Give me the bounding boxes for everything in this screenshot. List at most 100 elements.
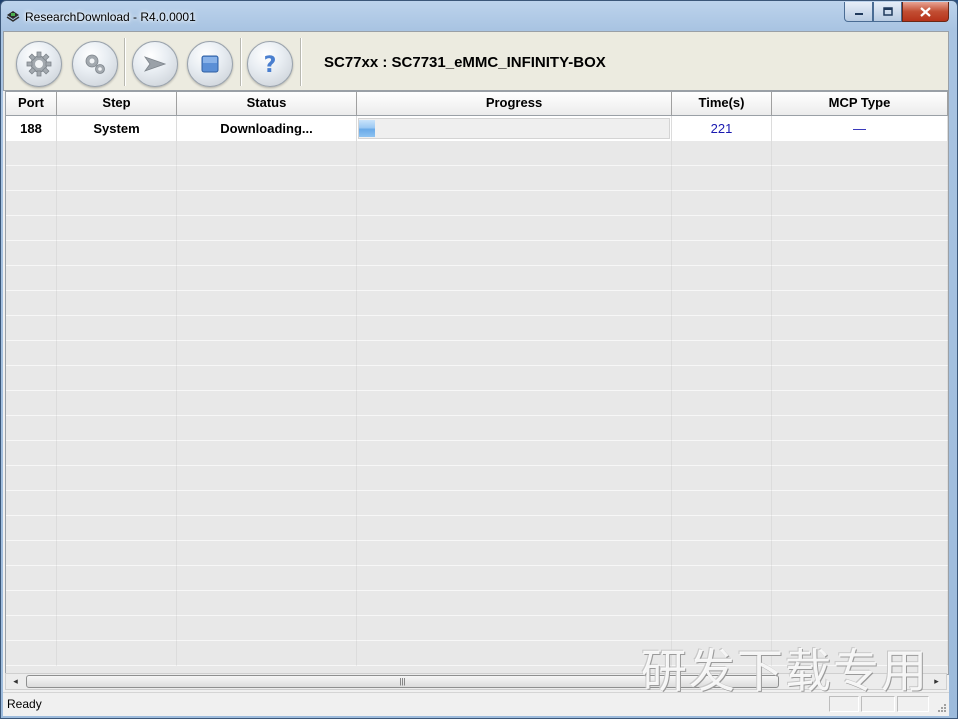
- empty-row: [6, 141, 948, 166]
- empty-cell: [177, 141, 357, 166]
- empty-cell: [57, 216, 177, 241]
- progress-bar-fill: [359, 120, 375, 137]
- empty-cell: [772, 241, 948, 266]
- empty-cell: [672, 191, 772, 216]
- empty-cell: [57, 641, 177, 666]
- progress-bar: [358, 118, 670, 139]
- toolbar: ? SC77xx : SC7731_eMMC_INFINITY-BOX: [3, 31, 949, 91]
- empty-row: [6, 266, 948, 291]
- empty-cell: [672, 241, 772, 266]
- gears-icon: [85, 54, 105, 74]
- empty-cell: [6, 541, 57, 566]
- empty-cell: [672, 616, 772, 641]
- empty-cell: [57, 316, 177, 341]
- empty-cell: [357, 341, 672, 366]
- empty-cell: [6, 166, 57, 191]
- help-button[interactable]: ?: [247, 41, 293, 87]
- maximize-button[interactable]: [873, 2, 902, 22]
- empty-cell: [57, 366, 177, 391]
- empty-cell: [57, 341, 177, 366]
- empty-cell: [772, 166, 948, 191]
- empty-cell: [6, 241, 57, 266]
- status-pane: [897, 696, 929, 712]
- empty-row: [6, 241, 948, 266]
- window-controls: [844, 2, 949, 22]
- column-header-mcp-type[interactable]: MCP Type: [772, 92, 948, 115]
- empty-cell: [177, 391, 357, 416]
- column-header-step[interactable]: Step: [57, 92, 177, 115]
- empty-cell: [177, 341, 357, 366]
- empty-cell: [57, 141, 177, 166]
- empty-row: [6, 391, 948, 416]
- empty-cell: [772, 316, 948, 341]
- empty-cell: [6, 141, 57, 166]
- empty-cell: [772, 391, 948, 416]
- help-icon: ?: [264, 53, 277, 77]
- empty-cell: [672, 516, 772, 541]
- empty-cell: [57, 491, 177, 516]
- empty-cell: [6, 416, 57, 441]
- empty-cell: [672, 466, 772, 491]
- empty-cell: [772, 641, 948, 666]
- empty-cell: [357, 316, 672, 341]
- empty-cell: [177, 466, 357, 491]
- scroll-thumb[interactable]: |||: [26, 675, 779, 688]
- empty-row: [6, 166, 948, 191]
- empty-cell: [57, 591, 177, 616]
- empty-cell: [772, 541, 948, 566]
- close-button[interactable]: [902, 2, 949, 22]
- empty-cell: [177, 566, 357, 591]
- empty-row: [6, 541, 948, 566]
- start-download-button[interactable]: [132, 41, 178, 87]
- scroll-right-icon[interactable]: ▸: [928, 674, 945, 689]
- empty-cell: [57, 441, 177, 466]
- empty-cell: [177, 216, 357, 241]
- stop-download-button[interactable]: [187, 41, 233, 87]
- minimize-button[interactable]: [844, 2, 873, 22]
- status-pane: [829, 696, 859, 712]
- empty-cell: [57, 566, 177, 591]
- empty-row: [6, 291, 948, 316]
- close-icon: [920, 6, 931, 17]
- empty-cell: [672, 566, 772, 591]
- title-bar[interactable]: ResearchDownload - R4.0.0001: [1, 1, 957, 32]
- column-header-progress[interactable]: Progress: [357, 92, 672, 115]
- empty-cell: [357, 241, 672, 266]
- table-row[interactable]: 188 System Downloading... 221 —: [6, 116, 948, 141]
- maximize-icon: [882, 7, 893, 16]
- empty-cell: [672, 391, 772, 416]
- empty-cell: [772, 141, 948, 166]
- empty-cell: [6, 491, 57, 516]
- empty-cell: [177, 366, 357, 391]
- empty-cell: [57, 241, 177, 266]
- load-packet-button[interactable]: [16, 41, 62, 87]
- empty-cell: [6, 516, 57, 541]
- empty-cell: [357, 466, 672, 491]
- column-header-status[interactable]: Status: [177, 92, 357, 115]
- empty-cell: [357, 641, 672, 666]
- column-header-port[interactable]: Port: [6, 92, 57, 115]
- empty-cell: [357, 266, 672, 291]
- toolbar-separator: [240, 38, 242, 86]
- stop-icon: [201, 55, 219, 73]
- empty-cell: [57, 616, 177, 641]
- empty-cell: [6, 216, 57, 241]
- progress-cell: [357, 116, 672, 141]
- empty-cell: [177, 516, 357, 541]
- empty-row: [6, 416, 948, 441]
- client-area: ? SC77xx : SC7731_eMMC_INFINITY-BOX Port…: [3, 31, 949, 716]
- empty-cell: [672, 441, 772, 466]
- minimize-icon: [854, 12, 863, 15]
- empty-row: [6, 441, 948, 466]
- app-window: ResearchDownload - R4.0.0001 ? SC77xx: …: [0, 0, 958, 719]
- scroll-left-icon[interactable]: ◂: [7, 674, 24, 689]
- empty-row: [6, 491, 948, 516]
- empty-cell: [672, 341, 772, 366]
- mcp-type-cell: —: [772, 116, 948, 141]
- settings-button[interactable]: [72, 41, 118, 87]
- empty-cell: [6, 616, 57, 641]
- empty-cell: [357, 541, 672, 566]
- horizontal-scrollbar[interactable]: ◂ ||| ▸: [5, 673, 947, 690]
- column-header-time[interactable]: Time(s): [672, 92, 772, 115]
- resize-grip-icon[interactable]: [937, 703, 947, 713]
